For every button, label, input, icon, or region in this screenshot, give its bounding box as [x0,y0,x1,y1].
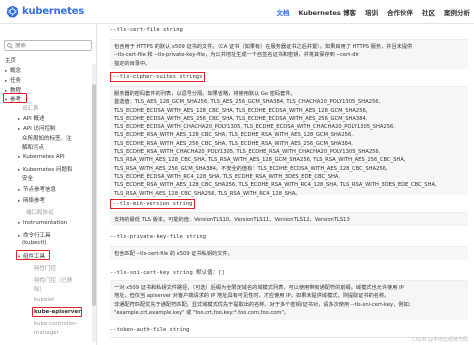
desc-tls-sni-cert-key: 一对 x509 证书和私钥文件路径，（可选）后缀为全限定域名的域模式列表，可以使… [110,280,468,320]
nav-training[interactable]: 培训 [365,7,378,17]
top-navbar: kubernetes 文档 Kubernetes 博客 培训 合作伙伴 社区 案… [0,0,474,24]
highlight-kube-apiserver [32,307,82,317]
flag-tls-cert-file: --tls-cert-file string [110,27,183,33]
sidebar-item-api-access[interactable]: ▸ API 访问控制 [18,124,55,132]
chevron-right-icon: ▸ [5,69,8,74]
sidebar-item-concepts[interactable]: ▸ 概念 [5,66,21,74]
sidebar-item-node-ref[interactable]: ▸ 节点参考信息 [18,185,56,193]
kubernetes-helm-icon [6,5,19,17]
search-input[interactable] [15,42,85,49]
desc-tls-cipher-suites: 服务器的密码套件的列表，以逗号分隔。如果省略，将使用默认 Go 密码套件。 首选… [110,86,468,197]
flag-tls-cipher-suites: --tls-cipher-suites strings [110,72,206,82]
search-icon [7,42,13,49]
sidebar-item-feature-gates-removed-cont[interactable]: 除） [34,285,45,293]
chevron-right-icon: ▸ [18,234,21,239]
sidebar-item-feature-gates[interactable]: 特性门控 [34,264,56,272]
flag-tls-min-version: --tls-min-version string [110,199,196,209]
desc-tls-private-key-file: 包含匹配 --tls-cert-file 的 x509 证书私钥的文件。 [110,246,468,260]
nav-community[interactable]: 社区 [422,7,435,17]
sidebar-item-issues[interactable]: ▸ Kubernetes 问题和 [18,165,72,173]
flag-tls-private-key-file: --tls-private-key-file string [110,234,207,240]
top-nav: 文档 Kubernetes 博客 培训 合作伙伴 社区 案例分析 [276,0,474,24]
chevron-right-icon: ▸ [18,117,21,122]
sidebar-search[interactable] [4,40,92,51]
chevron-right-icon: ▸ [18,188,21,193]
highlight-component-tools [16,250,50,260]
sidebar-item-kubelet[interactable]: kubelet [34,297,54,303]
chevron-right-icon: ▸ [18,127,21,132]
chevron-right-icon: ▸ [18,199,21,204]
nav-partners[interactable]: 合作伙伴 [387,7,413,17]
sidebar-item-ports[interactable]: 端口和协议 [26,208,54,216]
highlight-reference [3,93,27,103]
sidebar-item-glossary[interactable]: 词汇表 [22,104,39,112]
nav-blog[interactable]: Kubernetes 博客 [298,7,356,17]
sidebar-item-kube-controller-manager-cont[interactable]: manager [34,330,59,336]
desc-tls-min-version: 支持的最低 TLS 版本。可能的值：VersionTLS10、VersionTL… [110,212,468,226]
docs-sidebar: 主页 ▸概念 ▸任务 ▸教程 ▾参考 词汇表 ▸API 概述 ▸API 访问控制… [0,24,97,345]
desc-tls-cert-file: 包含用于 HTTPS 的默认 x509 证书的文件。（CA 证书（如果有）在服务… [110,39,468,69]
chevron-right-icon: ▸ [18,155,21,160]
sidebar-item-cli[interactable]: ▸ 命令行工具 [18,231,51,239]
flag-tls-sni-cert-key: --tls-sni-cert-key string 默认值：[] [110,270,225,276]
nav-docs[interactable]: 文档 [276,7,289,17]
sidebar-item-kubectl[interactable]: (kubectl) [22,240,46,246]
sidebar-item-kube-controller-manager[interactable]: kube-controller- [34,321,77,327]
sidebar-scrollbar-thumb[interactable] [92,84,96,306]
docs-content: --tls-cert-file string 包含用于 HTTPS 的默认 x5… [100,24,472,345]
sidebar-item-kubernetes-api[interactable]: ▸ Kubernetes API [18,154,65,160]
sidebar-item-tasks[interactable]: ▸ 任务 [5,76,21,84]
sidebar-item-api-overview[interactable]: ▸ API 概述 [18,114,44,122]
sidebar-item-feature-gates-removed[interactable]: 特性门控（已移 [34,276,73,284]
logo-text: kubernetes [22,5,85,17]
kubernetes-logo[interactable]: kubernetes [6,3,84,19]
chevron-right-icon: ▸ [18,221,21,226]
flag-token-auth-file: --token-auth-file string [110,327,190,333]
sidebar-item-network-ref[interactable]: ▸ 网络参考 [18,196,45,204]
csdn-watermark: CSDN @丰田云组装代码 [412,337,468,343]
chevron-right-icon: ▸ [5,79,8,84]
sidebar-item-labels-cont[interactable]: 解和污点 [22,143,44,151]
sidebar-item-instrumentation[interactable]: ▸ Instrumentation [18,220,67,226]
nav-case-studies[interactable]: 案例分析 [444,7,470,17]
sidebar-item-labels[interactable]: 众所周知的标签、注 [22,134,72,142]
sidebar-item-security[interactable]: 安全 [22,174,33,182]
chevron-right-icon: ▸ [18,168,21,173]
sidebar-item-home[interactable]: 主页 [5,56,16,64]
